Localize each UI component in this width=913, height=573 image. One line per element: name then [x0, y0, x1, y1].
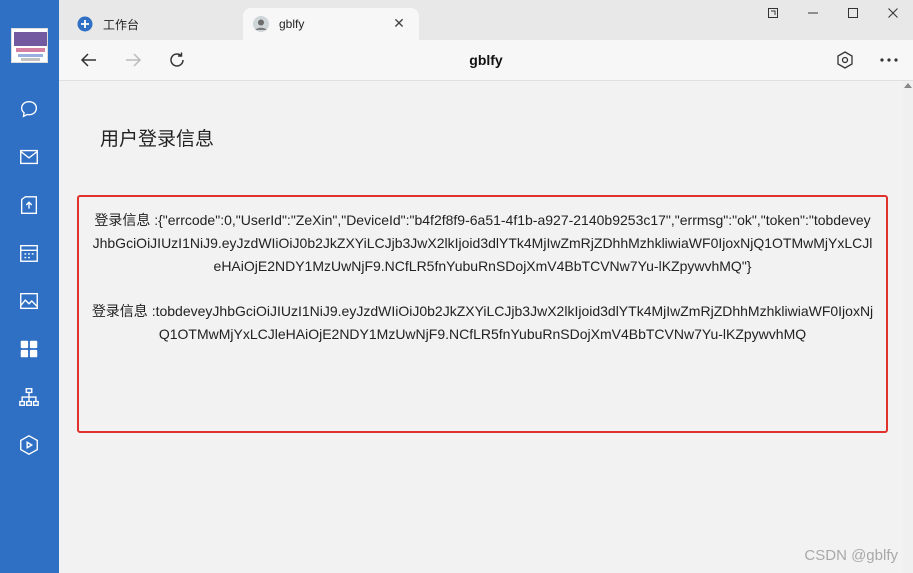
- calendar-icon[interactable]: [16, 240, 42, 266]
- tab-bar: 工作台 gblfy ✕: [59, 0, 913, 40]
- login-info-json: 登录信息 :{"errcode":0,"UserId":"ZeXin","Dev…: [92, 212, 873, 274]
- page-heading: 用户登录信息: [100, 129, 215, 150]
- more-menu-icon[interactable]: [877, 48, 901, 72]
- watermark: CSDN @gblfy: [804, 547, 898, 564]
- close-window-icon[interactable]: [873, 0, 913, 26]
- tab-favicon: [253, 16, 269, 32]
- tab-label: gblfy: [279, 17, 305, 31]
- upload-doc-icon[interactable]: [16, 192, 42, 218]
- tab-label: 工作台: [103, 17, 140, 32]
- pin-window-icon[interactable]: [753, 0, 793, 26]
- window-controls: [753, 0, 913, 26]
- left-rail: [0, 0, 59, 573]
- play-hex-icon[interactable]: [16, 432, 42, 458]
- settings-hex-icon[interactable]: [833, 48, 857, 72]
- scroll-up-arrow-icon[interactable]: [904, 83, 912, 88]
- page-content: 用户登录信息 登录信息 :{"errcode":0,"UserId":"ZeXi…: [59, 81, 913, 573]
- login-info-box: 登录信息 :{"errcode":0,"UserId":"ZeXin","Dev…: [77, 195, 888, 433]
- tab-gblfy[interactable]: gblfy ✕: [243, 8, 419, 40]
- navigation-bar: gblfy: [59, 40, 913, 81]
- page-title: gblfy: [469, 52, 503, 68]
- tab-workbench[interactable]: 工作台: [59, 8, 242, 40]
- login-info-token: 登录信息 :tobdeveyJhbGciOiJIUzI1NiJ9.eyJzdWI…: [91, 303, 874, 342]
- org-chart-icon[interactable]: [16, 384, 42, 410]
- minimize-icon[interactable]: [793, 0, 833, 26]
- avatar[interactable]: [11, 28, 48, 63]
- mail-icon[interactable]: [16, 144, 42, 170]
- workbench-icon: [77, 16, 93, 32]
- apps-grid-icon[interactable]: [16, 336, 42, 362]
- maximize-icon[interactable]: [833, 0, 873, 26]
- image-icon[interactable]: [16, 288, 42, 314]
- close-tab-icon[interactable]: ✕: [391, 15, 407, 31]
- scrollbar[interactable]: [903, 81, 913, 573]
- chat-icon[interactable]: [16, 96, 42, 122]
